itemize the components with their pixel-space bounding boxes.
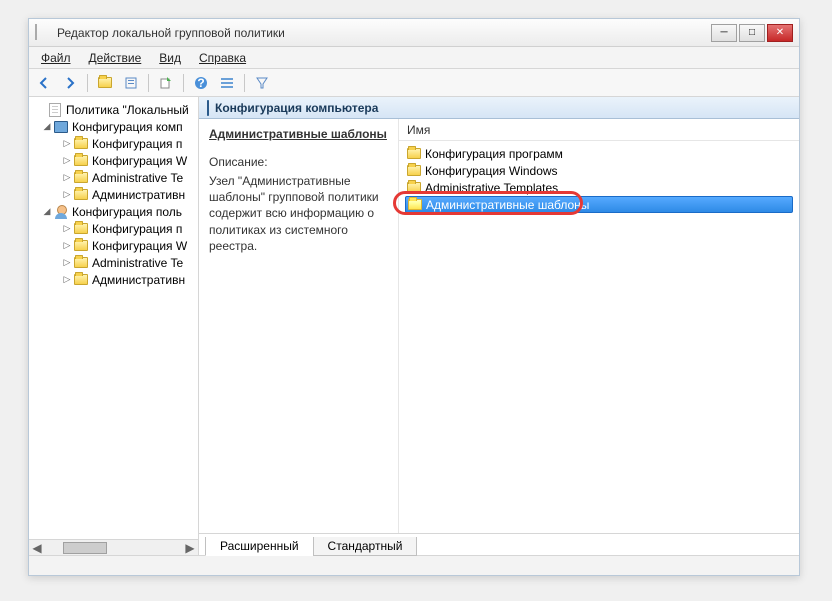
list-item[interactable]: Конфигурация программ xyxy=(405,145,793,162)
menu-help[interactable]: Справка xyxy=(191,49,254,67)
minimize-button[interactable]: ─ xyxy=(711,24,737,42)
description-column: Административные шаблоны Описание: Узел … xyxy=(199,119,399,533)
window-controls: ─ □ ✕ xyxy=(711,24,793,42)
content-pane: Конфигурация компьютера Административные… xyxy=(199,97,799,555)
forward-button[interactable] xyxy=(59,72,81,94)
col-name: Имя xyxy=(407,123,430,137)
desc-section-title: Административные шаблоны xyxy=(209,127,388,141)
list-item[interactable]: Administrative Templates xyxy=(405,179,793,196)
filter-button[interactable] xyxy=(251,72,273,94)
folder-icon xyxy=(407,165,421,176)
tree-item[interactable]: ▷Конфигурация W xyxy=(31,152,198,169)
tree-pane[interactable]: Политика "Локальный ◢Конфигурация комп ▷… xyxy=(29,97,199,555)
tree-item[interactable]: ▷Administrative Te xyxy=(31,254,198,271)
menu-view[interactable]: Вид xyxy=(151,49,189,67)
details-button[interactable] xyxy=(216,72,238,94)
app-icon xyxy=(35,25,51,41)
list-body: Конфигурация программ Конфигурация Windo… xyxy=(399,141,799,533)
window-frame: Редактор локальной групповой политики ─ … xyxy=(28,18,800,576)
toolbar-separator xyxy=(244,74,245,92)
folder-icon xyxy=(407,182,421,193)
tree-hscrollbar[interactable]: ◀ ▶ xyxy=(29,539,198,555)
tree-item[interactable]: ▷Administrative Te xyxy=(31,169,198,186)
tab-extended[interactable]: Расширенный xyxy=(205,537,314,556)
properties-button[interactable] xyxy=(120,72,142,94)
header-band: Конфигурация компьютера xyxy=(199,97,799,119)
toolbar-separator xyxy=(148,74,149,92)
tree-item[interactable]: ▷Административн xyxy=(31,186,198,203)
maximize-button[interactable]: □ xyxy=(739,24,765,42)
content-body: Административные шаблоны Описание: Узел … xyxy=(199,119,799,533)
up-button[interactable] xyxy=(94,72,116,94)
menubar: Файл Действие Вид Справка xyxy=(29,47,799,69)
window-title: Редактор локальной групповой политики xyxy=(57,26,711,40)
toolbar-separator xyxy=(87,74,88,92)
tabs: Расширенный Стандартный xyxy=(199,533,799,555)
help-button[interactable]: ? xyxy=(190,72,212,94)
titlebar[interactable]: Редактор локальной групповой политики ─ … xyxy=(29,19,799,47)
close-button[interactable]: ✕ xyxy=(767,24,793,42)
list-column: Имя Конфигурация программ Конфигурация W… xyxy=(399,119,799,533)
toolbar: ? xyxy=(29,69,799,97)
svg-text:?: ? xyxy=(197,76,204,90)
menu-action[interactable]: Действие xyxy=(81,49,150,67)
tree-computer-config[interactable]: ◢Конфигурация комп xyxy=(31,118,198,135)
desc-text: Узел "Административные шаблоны" группово… xyxy=(209,173,388,254)
tree-item[interactable]: ▷Административн xyxy=(31,271,198,288)
list-item[interactable]: Конфигурация Windows xyxy=(405,162,793,179)
folder-icon xyxy=(408,199,422,210)
menu-file[interactable]: Файл xyxy=(33,49,79,67)
toolbar-separator xyxy=(183,74,184,92)
body: Политика "Локальный ◢Конфигурация комп ▷… xyxy=(29,97,799,555)
header-title: Конфигурация компьютера xyxy=(215,101,378,115)
back-button[interactable] xyxy=(33,72,55,94)
list-header[interactable]: Имя xyxy=(399,119,799,141)
tree-item[interactable]: ▷Конфигурация п xyxy=(31,135,198,152)
tree-user-config[interactable]: ◢Конфигурация поль xyxy=(31,203,198,220)
tab-standard[interactable]: Стандартный xyxy=(313,537,418,556)
desc-label: Описание: xyxy=(209,155,388,169)
tree-item[interactable]: ▷Конфигурация W xyxy=(31,237,198,254)
scroll-thumb[interactable] xyxy=(63,542,107,554)
tree-root[interactable]: Политика "Локальный xyxy=(31,101,198,118)
list-item-selected[interactable]: Административные шаблоны xyxy=(405,196,793,213)
folder-icon xyxy=(407,148,421,159)
scroll-right-icon[interactable]: ▶ xyxy=(182,541,198,555)
tree: Политика "Локальный ◢Конфигурация комп ▷… xyxy=(29,97,198,292)
tree-item[interactable]: ▷Конфигурация п xyxy=(31,220,198,237)
computer-icon xyxy=(207,101,209,115)
statusbar xyxy=(29,555,799,575)
export-button[interactable] xyxy=(155,72,177,94)
scroll-left-icon[interactable]: ◀ xyxy=(29,541,45,555)
